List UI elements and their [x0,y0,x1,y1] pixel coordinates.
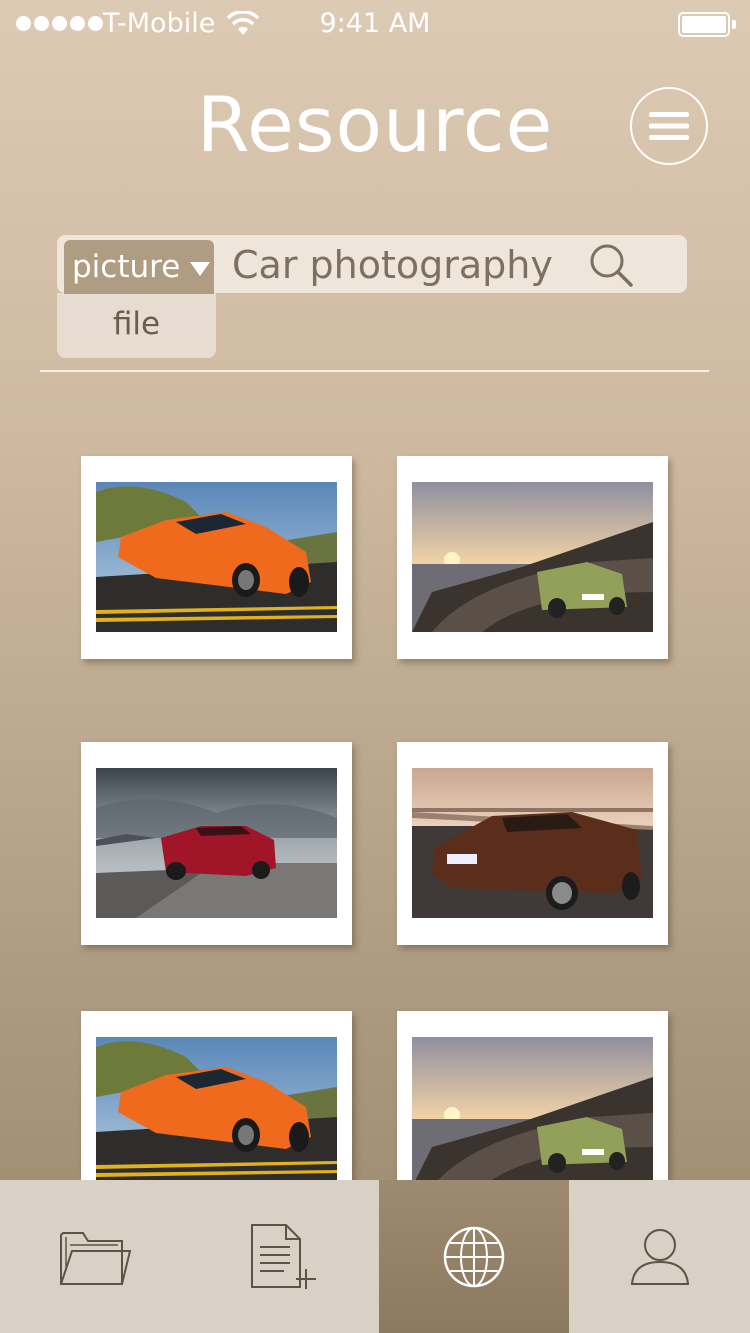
photo-card[interactable] [397,456,668,659]
user-icon [630,1228,689,1285]
photo-thumbnail [412,768,653,918]
photo-thumbnail [96,768,337,918]
folder-icon [60,1231,132,1285]
menu-button[interactable] [630,87,708,165]
search-button[interactable] [587,241,637,289]
tab-profile[interactable] [569,1180,750,1333]
search-area: file picture [57,235,687,358]
caret-down-icon [190,262,211,276]
photo-thumbnail [96,1037,337,1187]
photo-thumbnail [412,1037,653,1187]
photo-thumbnail [96,482,337,632]
globe-icon [443,1226,505,1287]
type-select[interactable]: picture [64,240,214,294]
tab-files[interactable] [0,1180,190,1333]
divider [40,370,709,372]
dropdown-option-file[interactable]: file [57,293,216,358]
tab-bar [0,1180,750,1333]
photo-card[interactable] [397,742,668,945]
hamburger-menu-icon [649,112,689,140]
photo-thumbnail [412,482,653,632]
photo-card[interactable] [81,742,352,945]
magnifier-icon [590,244,633,287]
photo-card[interactable] [81,456,352,659]
status-time: 9:41 AM [319,8,431,39]
new-document-icon [251,1223,316,1289]
tab-new-document[interactable] [190,1180,380,1333]
tab-web[interactable] [379,1180,569,1333]
type-select-value: picture [72,249,181,285]
status-bar: T-Mobile 9:41 AM [0,0,750,50]
battery-icon [678,12,736,37]
search-input[interactable] [232,239,592,291]
type-dropdown-menu: file [57,293,216,358]
